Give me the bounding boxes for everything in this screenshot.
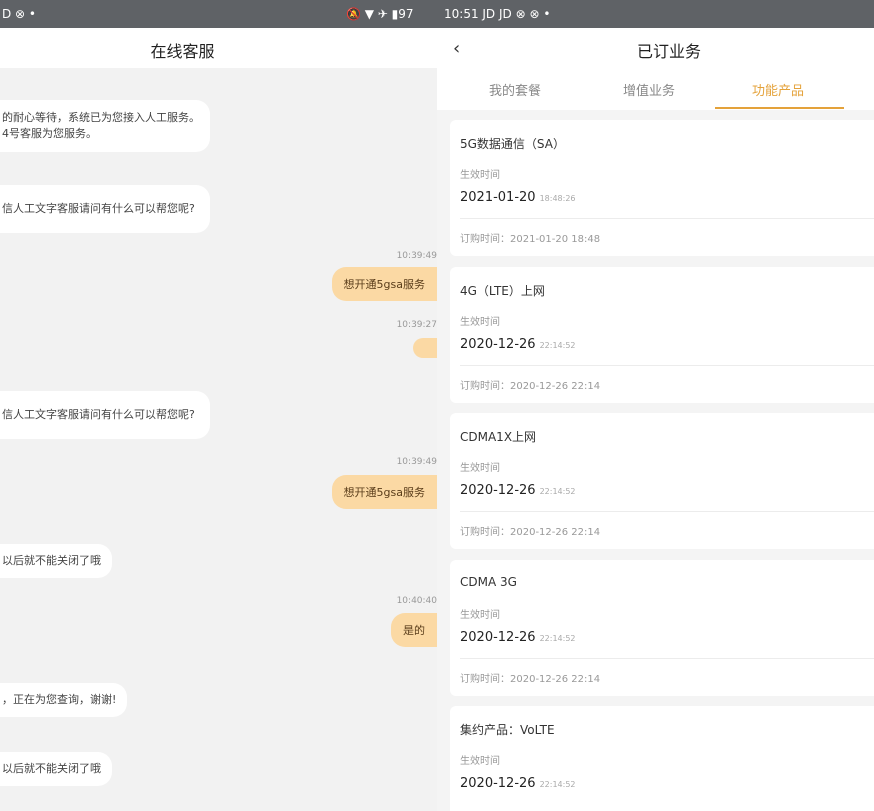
chat-pane: 在线客服 的耐心等待，系统已为您接入人工服务。 4号客服为您服务。 信人工文字客… [0, 28, 437, 811]
order-time: 订购时间：2020-12-26 22:14 [460, 381, 601, 392]
message-timestamp: 10:40:40 [396, 596, 437, 606]
agent-message-line: 信人工文字客服请问有什么可以帮您呢? [2, 202, 195, 215]
user-message-text: 是的 [403, 624, 425, 637]
user-message-text: 想开通5gsa服务 [343, 486, 425, 499]
effective-time: 22:14:52 [539, 341, 576, 350]
effective-date: 2020-12-26 22:14:52 [460, 630, 576, 645]
service-card[interactable]: 4G（LTE）上网 生效时间 2020-12-26 22:14:52 订购时间：2… [450, 267, 874, 403]
effective-label: 生效时间 [460, 610, 500, 621]
effective-label: 生效时间 [460, 463, 500, 474]
user-message-text: 想开通5gsa服务 [343, 278, 425, 291]
service-name: CDMA1X上网 [460, 430, 537, 444]
user-message [413, 338, 437, 358]
services-pane: ‹ 已订业务 我的套餐 增值业务 功能产品 5G数据通信（SA） 生效时间 20… [437, 28, 874, 811]
service-card[interactable]: 集约产品：VoLTE 生效时间 2020-12-26 22:14:52 [450, 706, 874, 811]
divider [460, 365, 874, 366]
effective-date-value: 2020-12-26 [460, 483, 536, 498]
effective-label: 生效时间 [460, 756, 500, 767]
effective-date: 2021-01-20 18:48:26 [460, 190, 576, 205]
service-card[interactable]: CDMA 3G 生效时间 2020-12-26 22:14:52 订购时间：202… [450, 560, 874, 696]
user-message: 想开通5gsa服务 [331, 267, 437, 301]
status-icons: 🔕 ▼ ✈ ▮97 [346, 7, 414, 21]
effective-time: 22:14:52 [539, 780, 576, 789]
tab-value-added[interactable]: 增值业务 [623, 80, 675, 99]
services-header: ‹ 已订业务 [437, 28, 874, 68]
effective-time: 22:14:52 [539, 487, 576, 496]
agent-message: ，正在为您查询，谢谢! [0, 683, 127, 717]
agent-message: 以后就不能关闭了哦 [0, 544, 112, 578]
active-tab-indicator [715, 107, 844, 109]
message-timestamp: 10:39:49 [396, 251, 437, 261]
effective-date-value: 2020-12-26 [460, 630, 536, 645]
chat-title: 在线客服 [150, 42, 215, 61]
user-message: 是的 [391, 613, 437, 647]
service-card[interactable]: 5G数据通信（SA） 生效时间 2021-01-20 18:48:26 订购时间：… [450, 120, 874, 256]
agent-message-line: 以后就不能关闭了哦 [2, 762, 101, 775]
user-message: 想开通5gsa服务 [331, 475, 437, 509]
order-time: 订购时间：2021-01-20 18:48 [460, 234, 601, 245]
chat-messages[interactable]: 的耐心等待，系统已为您接入人工服务。 4号客服为您服务。 信人工文字客服请问有什… [0, 68, 437, 811]
service-name: 4G（LTE）上网 [460, 284, 545, 298]
agent-message-line: 以后就不能关闭了哦 [2, 554, 101, 567]
service-name: 5G数据通信（SA） [460, 137, 565, 151]
status-clock: 10:51 JD JD ⊗ ⊗ • [444, 7, 551, 21]
divider [460, 658, 874, 659]
tab-bar: 我的套餐 增值业务 功能产品 [437, 68, 874, 110]
effective-date: 2020-12-26 22:14:52 [460, 483, 576, 498]
agent-message: 信人工文字客服请问有什么可以帮您呢? [0, 185, 210, 233]
effective-label: 生效时间 [460, 170, 500, 181]
message-timestamp: 10:39:49 [396, 457, 437, 467]
service-name: CDMA 3G [460, 575, 517, 589]
effective-date-value: 2020-12-26 [460, 337, 536, 352]
effective-time: 22:14:52 [539, 634, 576, 643]
status-left: D ⊗ • [2, 7, 37, 21]
service-card[interactable]: CDMA1X上网 生效时间 2020-12-26 22:14:52 订购时间：20… [450, 413, 874, 549]
order-time: 订购时间：2020-12-26 22:14 [460, 527, 601, 538]
divider [460, 218, 874, 219]
agent-message-line: ，正在为您查询，谢谢! [2, 693, 117, 706]
divider [460, 511, 874, 512]
agent-message: 信人工文字客服请问有什么可以帮您呢? [0, 391, 210, 439]
effective-date: 2020-12-26 22:14:52 [460, 776, 576, 791]
agent-message-line: 的耐心等待，系统已为您接入人工服务。 [2, 111, 200, 124]
agent-message: 以后就不能关闭了哦 [0, 752, 112, 786]
effective-date-value: 2020-12-26 [460, 776, 536, 791]
effective-date: 2020-12-26 22:14:52 [460, 337, 576, 352]
effective-date-value: 2021-01-20 [460, 190, 536, 205]
order-time: 订购时间：2020-12-26 22:14 [460, 674, 601, 685]
agent-message-line: 信人工文字客服请问有什么可以帮您呢? [2, 408, 195, 421]
tab-features[interactable]: 功能产品 [752, 80, 804, 99]
message-timestamp: 10:39:27 [396, 320, 437, 330]
status-bar: D ⊗ • 🔕 ▼ ✈ ▮97 10:51 JD JD ⊗ ⊗ • [0, 0, 874, 28]
service-name: 集约产品：VoLTE [460, 723, 555, 737]
chat-header: 在线客服 [0, 28, 437, 68]
agent-message: 的耐心等待，系统已为您接入人工服务。 4号客服为您服务。 [0, 100, 210, 152]
tab-my-plan[interactable]: 我的套餐 [489, 80, 541, 99]
effective-time: 18:48:26 [539, 194, 576, 203]
back-icon[interactable]: ‹ [453, 38, 460, 59]
page-title: 已订业务 [637, 42, 702, 61]
agent-message-line: 4号客服为您服务。 [2, 127, 97, 140]
effective-label: 生效时间 [460, 317, 500, 328]
